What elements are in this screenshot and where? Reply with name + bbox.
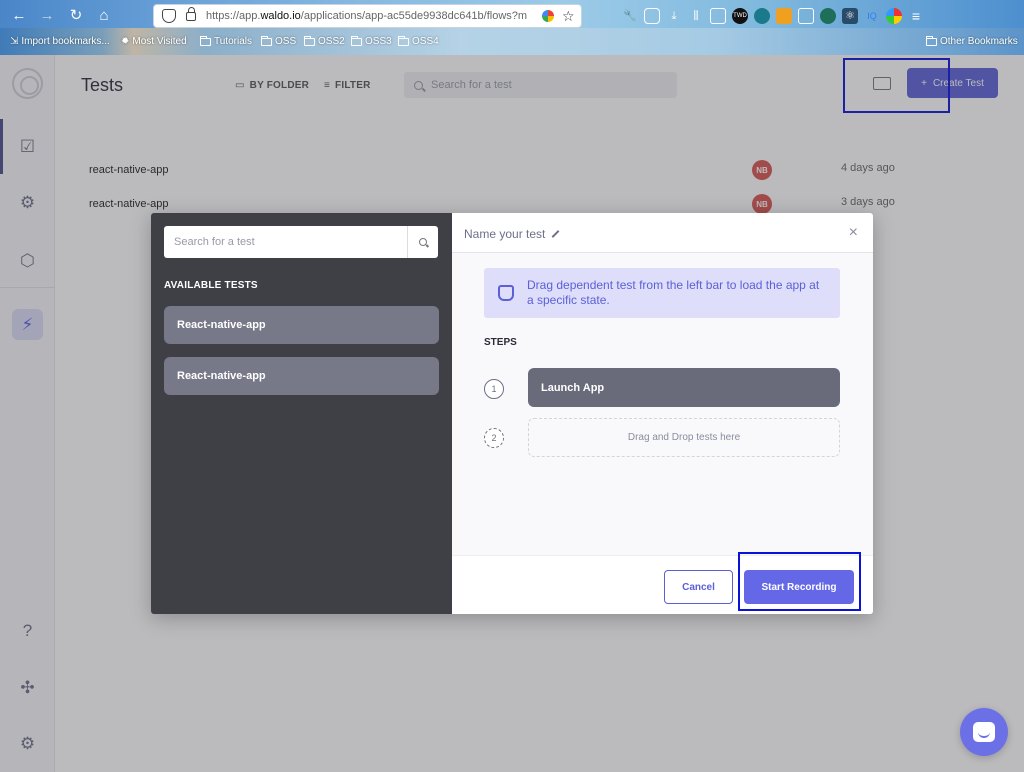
url-bar[interactable]: https://app.waldo.io/applications/app-ac… [153, 4, 582, 28]
folder-icon [926, 35, 937, 46]
color-picker-icon[interactable] [886, 8, 902, 24]
reload-icon[interactable]: ↻ [65, 5, 87, 27]
gear-icon: ✹ [121, 36, 130, 47]
modal-header: Name your test × [452, 213, 873, 253]
back-icon[interactable]: ← [8, 5, 30, 27]
bookmark-star-icon[interactable]: ☆ [562, 8, 575, 25]
browser-chrome: ← → ↻ ⌂ https://app.waldo.io/application… [0, 0, 1024, 55]
extension-icon[interactable]: IQ [864, 8, 880, 24]
url-text[interactable]: https://app.waldo.io/applications/app-ac… [206, 10, 536, 22]
folder-icon [304, 35, 315, 46]
cancel-button[interactable]: Cancel [664, 570, 733, 604]
folder-icon [398, 35, 409, 46]
available-tests-panel: Search for a test AVAILABLE TESTS React-… [151, 213, 452, 614]
menu-icon[interactable]: ≡ [908, 8, 924, 24]
extensions-bar: 🔧 ⤓ ⫼ TWD ⚛ IQ ≡ [622, 6, 924, 26]
extension-icon[interactable] [754, 8, 770, 24]
folder-icon [200, 35, 211, 46]
browser-toolbar: ← → ↻ ⌂ https://app.waldo.io/application… [0, 0, 1024, 32]
folder-icon [351, 35, 362, 46]
download-icon[interactable]: ⤓ [666, 8, 682, 24]
start-recording-highlight [738, 552, 861, 611]
bookmark-oss[interactable]: OSS [261, 35, 296, 47]
bookmark-import[interactable]: ⇲ Import bookmarks... [10, 36, 110, 47]
step-number: 2 [484, 428, 504, 448]
bookmark-oss2[interactable]: OSS2 [304, 35, 345, 47]
pencil-icon [551, 230, 560, 238]
forward-icon[interactable]: → [36, 5, 58, 27]
react-devtools-icon[interactable]: ⚛ [842, 8, 858, 24]
bookmark-oss3[interactable]: OSS3 [351, 35, 392, 47]
test-name-field[interactable]: Name your test [464, 227, 560, 241]
wrench-icon[interactable]: 🔧 [622, 8, 638, 24]
steps-heading: STEPS [484, 337, 517, 348]
library-icon[interactable]: ⫼ [688, 8, 704, 24]
available-tests-heading: AVAILABLE TESTS [164, 280, 258, 291]
import-icon: ⇲ [10, 36, 19, 47]
bookmark-other[interactable]: Other Bookmarks [926, 35, 1018, 47]
bookmarks-bar: ⇲ Import bookmarks... ✹ Most Visited Tutor… [0, 34, 1024, 52]
close-icon[interactable]: × [849, 224, 858, 242]
folder-icon [261, 35, 272, 46]
extension-icon[interactable]: TWD [732, 8, 748, 24]
extension-icon[interactable] [542, 10, 554, 22]
available-test-item[interactable]: React-native-app [164, 306, 439, 344]
pocket-icon[interactable] [644, 8, 660, 24]
info-banner: Drag dependent test from the left bar to… [484, 268, 840, 318]
step-number: 1 [484, 379, 504, 399]
notes-icon[interactable] [798, 8, 814, 24]
info-text: Drag dependent test from the left bar to… [527, 278, 820, 307]
bookmark-tutorials[interactable]: Tutorials [200, 35, 252, 47]
search-button[interactable] [407, 226, 438, 258]
modal-search-input[interactable]: Search for a test [164, 226, 438, 258]
step-launch-app[interactable]: Launch App [528, 368, 840, 407]
sidebar-icon[interactable] [710, 8, 726, 24]
search-icon [419, 238, 427, 246]
bookmark-most-visited[interactable]: ✹ Most Visited [121, 36, 187, 47]
lock-icon[interactable] [186, 6, 196, 21]
chat-launcher[interactable] [960, 708, 1008, 756]
tracking-shield-icon[interactable] [162, 9, 176, 23]
home-icon[interactable]: ⌂ [93, 5, 115, 27]
available-test-item[interactable]: React-native-app [164, 357, 439, 395]
extension-icon[interactable] [776, 8, 792, 24]
hand-icon [498, 285, 514, 301]
extension-icon[interactable] [820, 8, 836, 24]
chat-icon [973, 722, 995, 742]
drop-zone[interactable]: Drag and Drop tests here [528, 418, 840, 457]
modal-body: Drag dependent test from the left bar to… [452, 253, 873, 555]
bookmark-oss4[interactable]: OSS4 [398, 35, 439, 47]
